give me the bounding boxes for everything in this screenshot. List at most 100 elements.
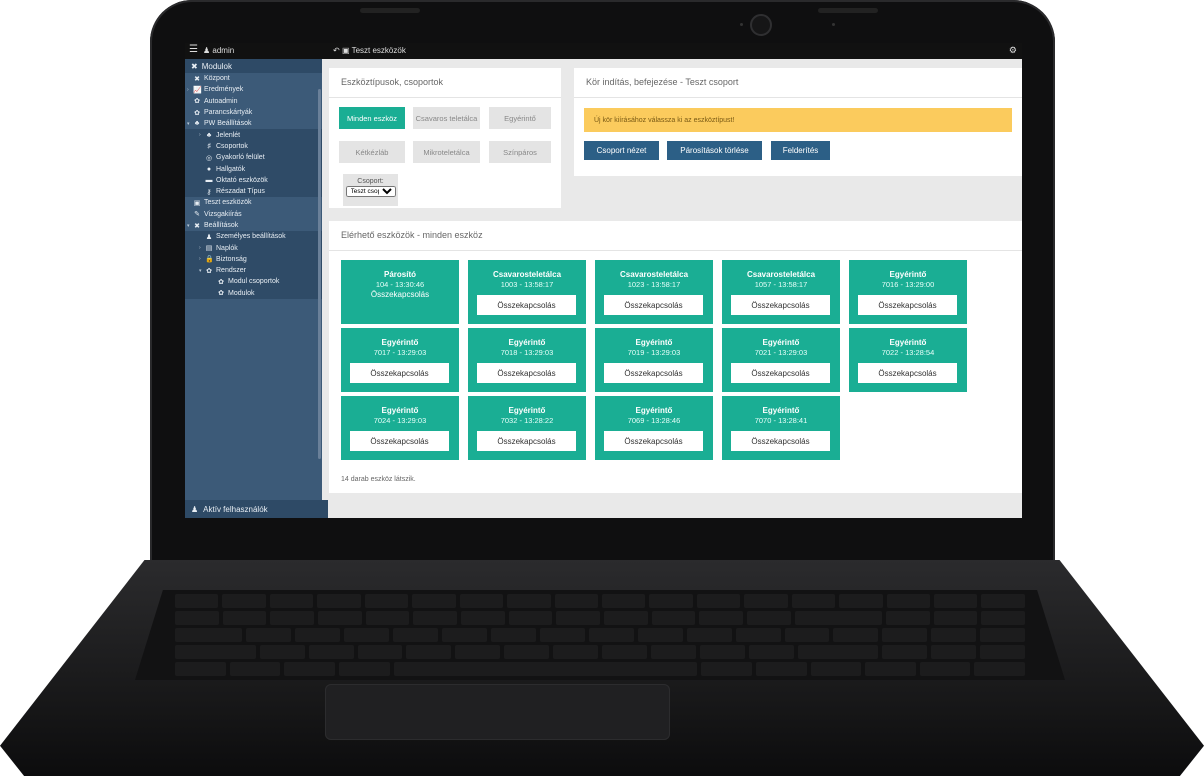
sidebar-scrollbar[interactable] xyxy=(318,89,321,459)
device-card: Csavarosteletálca 1003 - 13:58:17 Összekap… xyxy=(468,260,586,324)
sidebar-item[interactable]: › 📈 Eredmények xyxy=(185,84,322,95)
monitor-icon: ▬ xyxy=(205,176,213,184)
sidebar-item-label: Vizsgakiírás xyxy=(204,210,242,218)
sidebar-item[interactable]: ✖ Központ xyxy=(185,73,322,84)
group-label: Csoport: xyxy=(357,178,384,185)
sidebar-item-label: Központ xyxy=(204,75,230,83)
sidebar-item[interactable]: ✿ Modul csoportok xyxy=(185,276,322,288)
top-bar: ☰ ♟ admin ↶ ▣ Teszt eszközök ⚙ xyxy=(185,43,1022,59)
lock-icon: 🔒 xyxy=(205,256,214,264)
connect-button[interactable]: Összekapcsolás xyxy=(858,363,957,383)
device-name: Csavarosteletálca xyxy=(619,270,689,279)
breadcrumb: ↶ ▣ Teszt eszközök xyxy=(333,46,406,55)
sidebar-item[interactable]: ◎ Gyakorló felület xyxy=(185,152,322,164)
connect-button[interactable]: Összekapcsolás xyxy=(731,295,830,315)
connect-button[interactable]: Összekapcsolás xyxy=(604,431,703,451)
sidebar-item[interactable]: ✿ Parancskártyák xyxy=(185,107,322,118)
device-card: Egyérintő 7022 - 13:28:54 Összekapcsolás xyxy=(849,328,967,392)
sidebar-item[interactable]: ✿ Modulok xyxy=(185,287,322,299)
device-name: Egyérintő xyxy=(762,406,800,415)
sidebar-header[interactable]: ✖ Modulok xyxy=(185,59,322,73)
sidebar-item[interactable]: ▾ ♣ PW Beállítások xyxy=(185,118,322,129)
device-card: Párosító 104 - 13:30:46 Összekapcsolás xyxy=(341,260,459,324)
connect-button[interactable]: Összekapcsolás xyxy=(350,431,449,451)
device-id-time: 1057 - 13:58:17 xyxy=(754,280,808,289)
sidebar-menu: ✖ Központ › 📈 Eredmények ✿ Autoadmin ✿ Parancská… xyxy=(185,73,322,299)
sidebar-item[interactable]: ▣ Teszt eszközök xyxy=(185,197,322,208)
touchpad xyxy=(325,684,670,740)
sidebar-item-label: Modul csoportok xyxy=(228,278,280,286)
connect-button[interactable]: Összekapcsolás xyxy=(604,363,703,383)
active-users-footer[interactable]: ♟ Aktív felhasználók xyxy=(185,500,328,518)
type-button-all[interactable]: Minden eszköz xyxy=(339,107,405,129)
sidebar-item[interactable]: ● Hallgatók xyxy=(185,163,322,175)
connect-button[interactable]: Összekapcsolás xyxy=(477,295,576,315)
type-button-micro-tray[interactable]: Mikroteletálca xyxy=(413,141,480,163)
connect-button[interactable]: Összekapcsolás xyxy=(731,363,830,383)
user-menu[interactable]: ♟ admin xyxy=(203,46,234,55)
settings-gear-icon[interactable]: ⚙ xyxy=(1009,45,1017,56)
type-button-screw-tray[interactable]: Csavaros teletálca xyxy=(413,107,480,129)
sidebar-item-label: PW Beállítások xyxy=(204,120,252,128)
type-button-color-pair[interactable]: Színpáros xyxy=(489,141,551,163)
panel-title: Elérhető eszközök - minden eszköz xyxy=(329,221,1022,251)
sidebar-item[interactable]: › ♣ Jelenlét xyxy=(185,129,322,141)
device-name: Párosító xyxy=(383,270,416,279)
device-id-time: 7070 - 13:28:41 xyxy=(754,416,808,425)
sidebar-item[interactable]: ✎ Vizsgakiírás xyxy=(185,209,322,220)
device-name: Egyérintő xyxy=(889,338,927,347)
sensor-dot xyxy=(740,23,743,26)
sidebar-item[interactable]: ♟ Személyes beállítások xyxy=(185,231,322,243)
connect-button[interactable]: Összekapcsolás xyxy=(731,431,830,451)
users-icon: ♣ xyxy=(206,131,212,139)
device-id-time: 7017 - 13:29:03 xyxy=(373,348,427,357)
device-card: Egyérintő 7018 - 13:29:03 Összekapcsolás xyxy=(468,328,586,392)
sidebar-item-label: Modulok xyxy=(228,289,255,297)
sidebar-item-label: Naplók xyxy=(216,244,238,252)
sidebar-item[interactable]: › 🔒 Biztonság xyxy=(185,253,322,266)
connect-button[interactable]: Összekapcsolás xyxy=(350,363,449,383)
discovery-button[interactable]: Felderítés xyxy=(771,141,830,160)
modules-icon: ✖ xyxy=(191,61,198,71)
gear-icon: ✿ xyxy=(194,109,200,117)
sidebar-item[interactable]: ✿ Autoadmin xyxy=(185,96,322,107)
tools-icon: ✖ xyxy=(194,222,200,230)
lid-hinge xyxy=(360,8,420,13)
sidebar-item[interactable]: ▬ Oktató eszközök xyxy=(185,174,322,186)
sidebar-item[interactable]: ⚷ Részadat Típus xyxy=(185,185,322,198)
sidebar-item[interactable]: ▾ ✿ Rendszer xyxy=(185,265,322,277)
sidebar-item-label: Rendszer xyxy=(216,267,246,275)
delete-pairings-button[interactable]: Párosítások törlése xyxy=(667,141,762,160)
warning-alert: Új kör kiírásához válassza ki az eszközt… xyxy=(584,108,1012,132)
sidebar-item[interactable]: ♯ Csoportok xyxy=(185,140,322,153)
hamburger-menu-icon[interactable]: ☰ xyxy=(189,45,198,55)
device-card: Egyérintő 7016 - 13:29:00 Összekapcsolás xyxy=(849,260,967,324)
device-name: Csavarosteletálca xyxy=(746,270,816,279)
active-users-label: Aktív felhasználók xyxy=(203,504,268,514)
connect-button[interactable]: Összekapcsolás xyxy=(858,295,957,315)
sidebar-item-label: Hallgatók xyxy=(216,165,246,173)
device-card: Egyérintő 7070 - 13:28:41 Összekapcsolás xyxy=(722,396,840,460)
sidebar-item[interactable]: › ▤ Naplók xyxy=(185,242,322,254)
back-arrow-icon[interactable]: ↶ xyxy=(333,46,340,55)
connect-button[interactable]: Összekapcsolás xyxy=(604,295,703,315)
users-icon: ♣ xyxy=(194,120,200,128)
sidebar-item-label: Gyakorló felület xyxy=(216,154,265,162)
gear-icon: ✿ xyxy=(218,278,224,286)
group-select[interactable]: Teszt csoport xyxy=(345,186,396,197)
sidebar-item-label: Biztonság xyxy=(216,255,247,263)
sidebar-item[interactable]: ▾ ✖ Beállítások xyxy=(185,220,322,231)
log-icon: ▤ xyxy=(205,245,213,253)
panel-title: Kör indítás, befejezése - Teszt csoport xyxy=(574,68,1022,98)
type-button-single-touch[interactable]: Egyérintő xyxy=(489,107,551,129)
sidebar: ✖ Modulok ✖ Központ › 📈 Eredmények ✿ Autoadmin ✿… xyxy=(185,59,328,518)
device-name: Egyérintő xyxy=(381,338,419,347)
type-button-two-foot[interactable]: Kétkézláb xyxy=(339,141,405,163)
connect-button[interactable]: Összekapcsolás xyxy=(477,431,576,451)
connect-button[interactable]: Összekapcsolás xyxy=(477,363,576,383)
user-icon: ♟ xyxy=(191,504,199,514)
device-id-time: 1023 - 13:58:17 xyxy=(627,280,681,289)
device-name: Egyérintő xyxy=(762,338,800,347)
sidebar-header-label: Modulok xyxy=(201,61,232,71)
group-view-button[interactable]: Csoport nézet xyxy=(584,141,659,160)
